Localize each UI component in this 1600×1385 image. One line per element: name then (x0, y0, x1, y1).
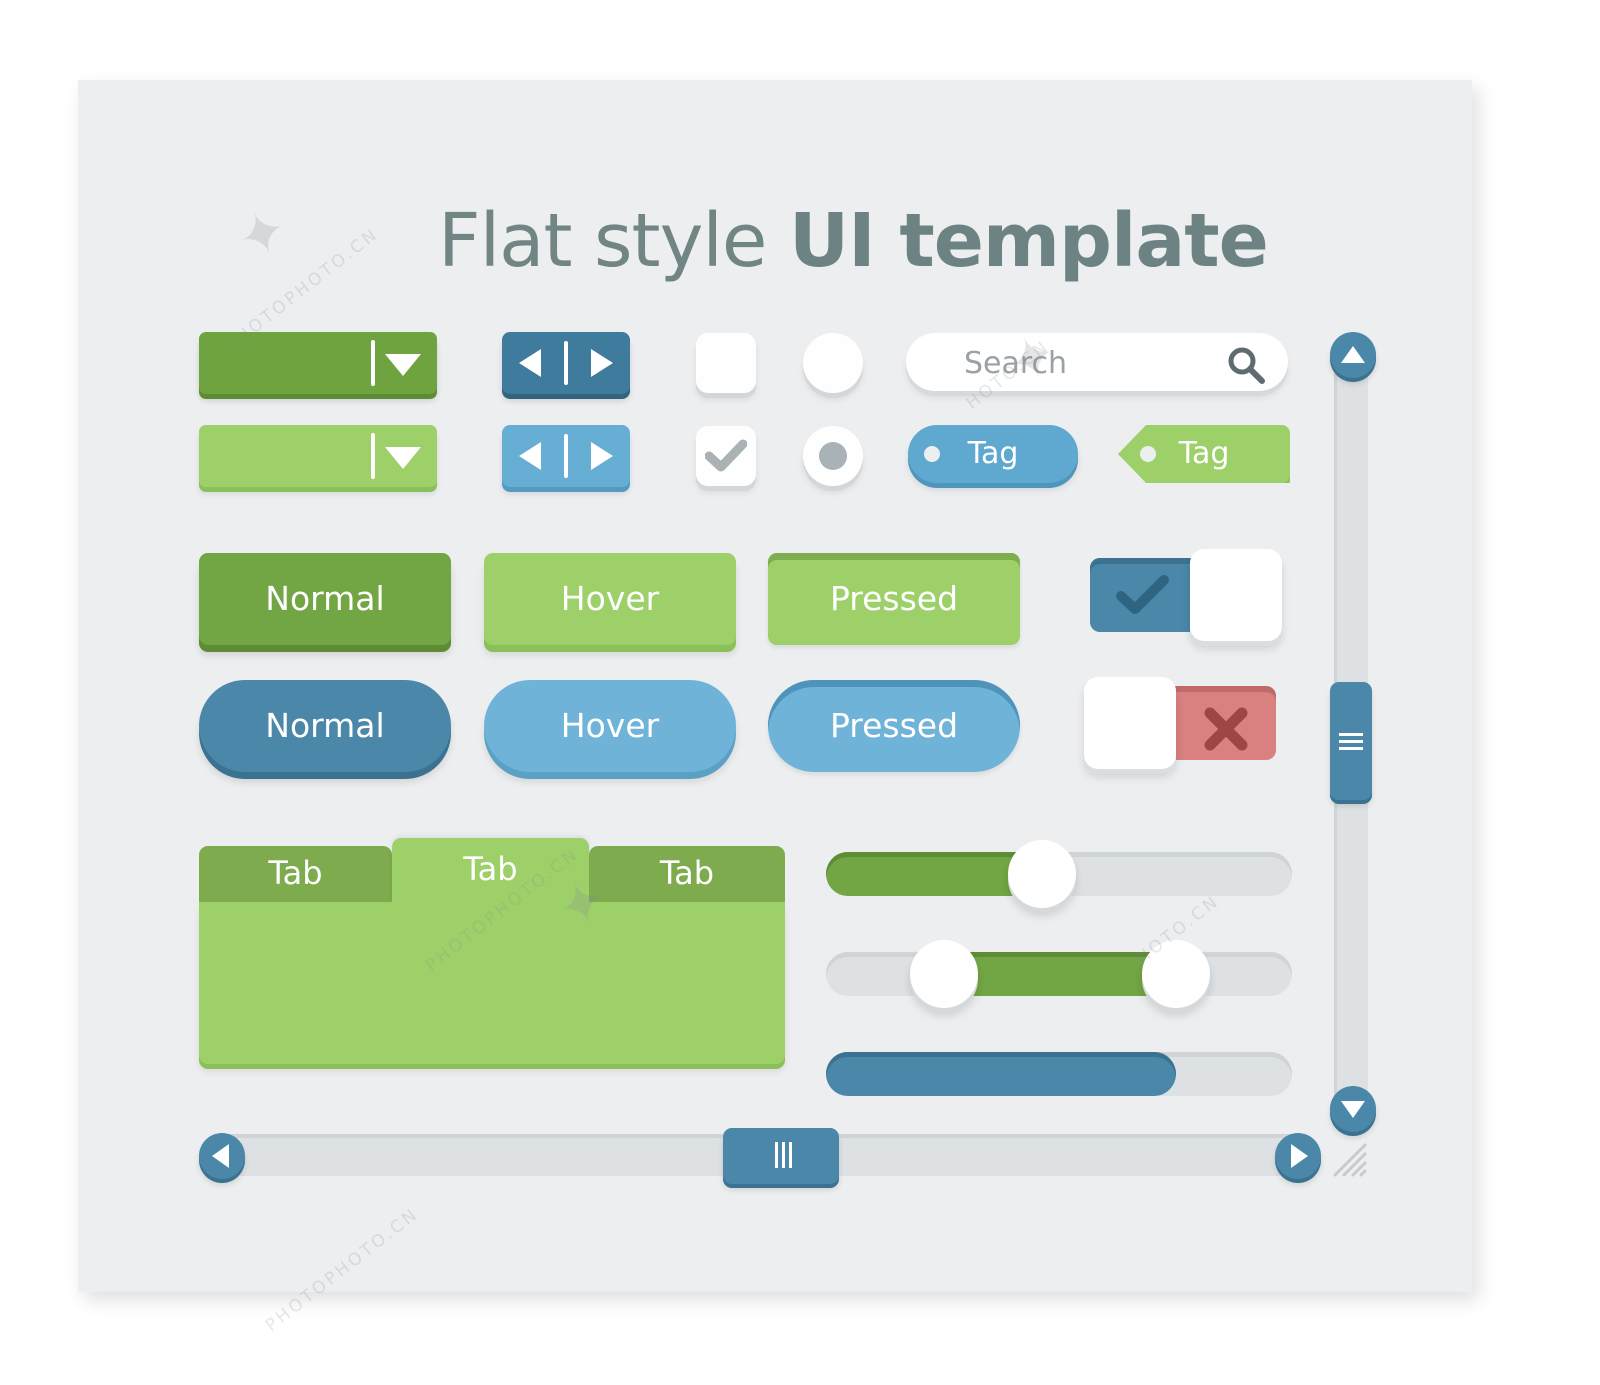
nav-pair-light[interactable] (502, 425, 630, 487)
scroll-down-button[interactable] (1330, 1086, 1376, 1132)
vscroll-thumb[interactable] (1330, 682, 1372, 800)
tag-label: Tag (1178, 436, 1230, 471)
button-green-pressed[interactable]: Pressed (768, 553, 1020, 645)
scroll-up-button[interactable] (1330, 332, 1376, 378)
tab-group: Tab Tab Tab (199, 838, 785, 1064)
toggle-knob[interactable] (1190, 549, 1282, 641)
chevron-down-icon (385, 354, 421, 376)
tag-label: Tag (967, 436, 1019, 471)
arrow-right-icon[interactable] (591, 442, 613, 470)
tab-label: Tab (659, 854, 715, 892)
button-blue-pressed[interactable]: Pressed (768, 680, 1020, 772)
range-slider[interactable] (826, 940, 1292, 1008)
search-icon[interactable] (1226, 345, 1266, 389)
triangle-up-icon (1341, 346, 1365, 363)
chevron-down-icon (385, 447, 421, 469)
nav-pair-dark[interactable] (502, 332, 630, 394)
button-label: Hover (560, 579, 660, 618)
nav-divider (564, 434, 568, 478)
tab-2[interactable]: Tab (589, 846, 785, 902)
hscroll-thumb[interactable] (723, 1128, 839, 1184)
triangle-left-icon (212, 1144, 229, 1168)
radio-selected[interactable] (803, 426, 863, 486)
slider-handle-low[interactable] (910, 940, 978, 1008)
tab-content-panel (199, 902, 785, 1064)
tab-1-active[interactable]: Tab (392, 838, 589, 902)
button-green-hover[interactable]: Hover (484, 553, 736, 645)
scroll-left-button[interactable] (199, 1133, 245, 1179)
check-icon (705, 439, 747, 472)
title-regular: Flat style (438, 198, 789, 284)
slider-handle-high[interactable] (1142, 940, 1210, 1008)
arrow-left-icon[interactable] (519, 349, 541, 377)
button-blue-normal[interactable]: Normal (199, 680, 451, 772)
ui-template-canvas: Flat style UI template Search Tag Tag No… (78, 80, 1472, 1336)
horizontal-scrollbar[interactable] (199, 1128, 1321, 1184)
slider-fill (826, 852, 1038, 896)
button-label: Normal (265, 706, 385, 745)
dropdown-light[interactable] (199, 425, 437, 487)
tag-hole (924, 446, 940, 462)
tab-label: Tab (268, 854, 323, 892)
search-placeholder: Search (964, 346, 1068, 381)
triangle-right-icon (1291, 1144, 1308, 1168)
resize-handle-icon[interactable] (1333, 1143, 1367, 1181)
toggle-knob[interactable] (1084, 677, 1176, 769)
tag-green[interactable]: Tag (1118, 425, 1290, 483)
checkbox-unchecked[interactable] (696, 333, 756, 393)
single-slider[interactable] (826, 840, 1292, 908)
button-blue-hover[interactable]: Hover (484, 680, 736, 772)
button-green-normal[interactable]: Normal (199, 553, 451, 645)
tag-blue[interactable]: Tag (908, 425, 1078, 483)
toggle-switch-on[interactable] (1090, 549, 1282, 641)
dropdown-divider (371, 340, 375, 386)
page-title: Flat style UI template (438, 198, 1269, 284)
close-icon (1202, 705, 1250, 757)
search-input[interactable]: Search (906, 333, 1288, 391)
checkbox-checked[interactable] (696, 426, 756, 486)
grip-vertical-icon (775, 1142, 778, 1168)
tab-0[interactable]: Tab (199, 846, 392, 902)
progress-bar (826, 1052, 1292, 1096)
button-label: Pressed (829, 579, 959, 618)
vertical-scrollbar[interactable] (1330, 332, 1376, 1132)
radio-unselected[interactable] (803, 333, 863, 393)
triangle-down-icon (1341, 1101, 1365, 1118)
title-bold: UI template (788, 198, 1269, 284)
dropdown-dark[interactable] (199, 332, 437, 394)
progress-fill (826, 1052, 1176, 1096)
grip-horizontal-icon (1339, 733, 1363, 736)
toggle-switch-off[interactable] (1084, 677, 1276, 769)
watermark: PHOTOPHOTO.CN (261, 1204, 423, 1336)
check-icon (1116, 575, 1170, 619)
arrow-left-icon[interactable] (519, 442, 541, 470)
nav-divider (564, 341, 568, 385)
slider-handle[interactable] (1008, 840, 1076, 908)
radio-dot (819, 442, 847, 470)
arrow-right-icon[interactable] (591, 349, 613, 377)
button-label: Pressed (829, 706, 959, 745)
button-label: Hover (560, 706, 660, 745)
scroll-right-button[interactable] (1275, 1133, 1321, 1179)
dropdown-divider (371, 433, 375, 479)
tag-hole (1140, 446, 1156, 462)
watermark-figure: ✦ (227, 193, 297, 275)
button-label: Normal (265, 579, 385, 618)
tab-label: Tab (463, 850, 518, 888)
